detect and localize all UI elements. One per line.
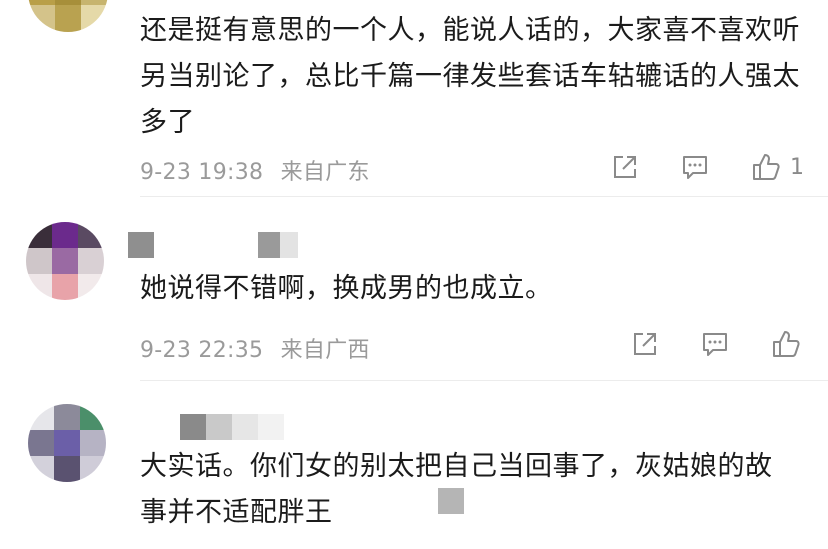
username-redacted[interactable]	[180, 414, 284, 440]
comment-item-3: 大实话。你们女的别太把自己当回事了，灰姑娘的故事并不适配胖王	[0, 384, 828, 549]
share-icon	[614, 156, 636, 178]
share-button[interactable]	[610, 152, 640, 182]
avatar[interactable]	[28, 404, 106, 482]
share-button[interactable]	[630, 329, 660, 359]
redacted-text	[438, 488, 464, 514]
avatar[interactable]	[28, 0, 108, 32]
divider	[140, 380, 828, 381]
avatar[interactable]	[26, 222, 104, 300]
share-icon	[634, 333, 656, 355]
comment-text: 大实话。你们女的别太把自己当回事了，灰姑娘的故事并不适配胖王	[140, 451, 773, 528]
comment-item-2: 她说得不错啊，换成男的也成立。 9-23 22:35 来自广西	[0, 200, 828, 376]
like-button[interactable]	[770, 328, 810, 360]
reply-button[interactable]	[680, 152, 710, 182]
like-icon	[753, 154, 780, 180]
comment-time: 9-23 22:35	[140, 338, 264, 363]
comment-location: 来自广西	[280, 338, 370, 363]
comment-icon	[683, 156, 707, 179]
comment-actions: 1	[610, 151, 804, 183]
like-icon	[773, 331, 800, 357]
comment-text: 还是挺有意思的一个人，能说人话的，大家喜不喜欢听另当别论了，总比千篇一律发些套话…	[140, 15, 800, 138]
reply-button[interactable]	[700, 329, 730, 359]
comment-location: 来自广东	[280, 160, 370, 185]
like-button[interactable]: 1	[750, 151, 804, 183]
comment-meta: 9-23 22:35 来自广西	[140, 332, 370, 364]
comment-icon	[703, 333, 727, 356]
comment-meta: 9-23 19:38 来自广东	[140, 154, 370, 186]
comment-item-1: 还是挺有意思的一个人，能说人话的，大家喜不喜欢听另当别论了，总比千篇一律发些套话…	[0, 0, 828, 190]
comment-actions	[630, 328, 810, 360]
comment-text: 她说得不错啊，换成男的也成立。	[140, 273, 553, 304]
divider	[140, 196, 828, 197]
username-redacted[interactable]	[128, 232, 298, 258]
like-count: 1	[790, 154, 804, 180]
comment-time: 9-23 19:38	[140, 160, 264, 185]
